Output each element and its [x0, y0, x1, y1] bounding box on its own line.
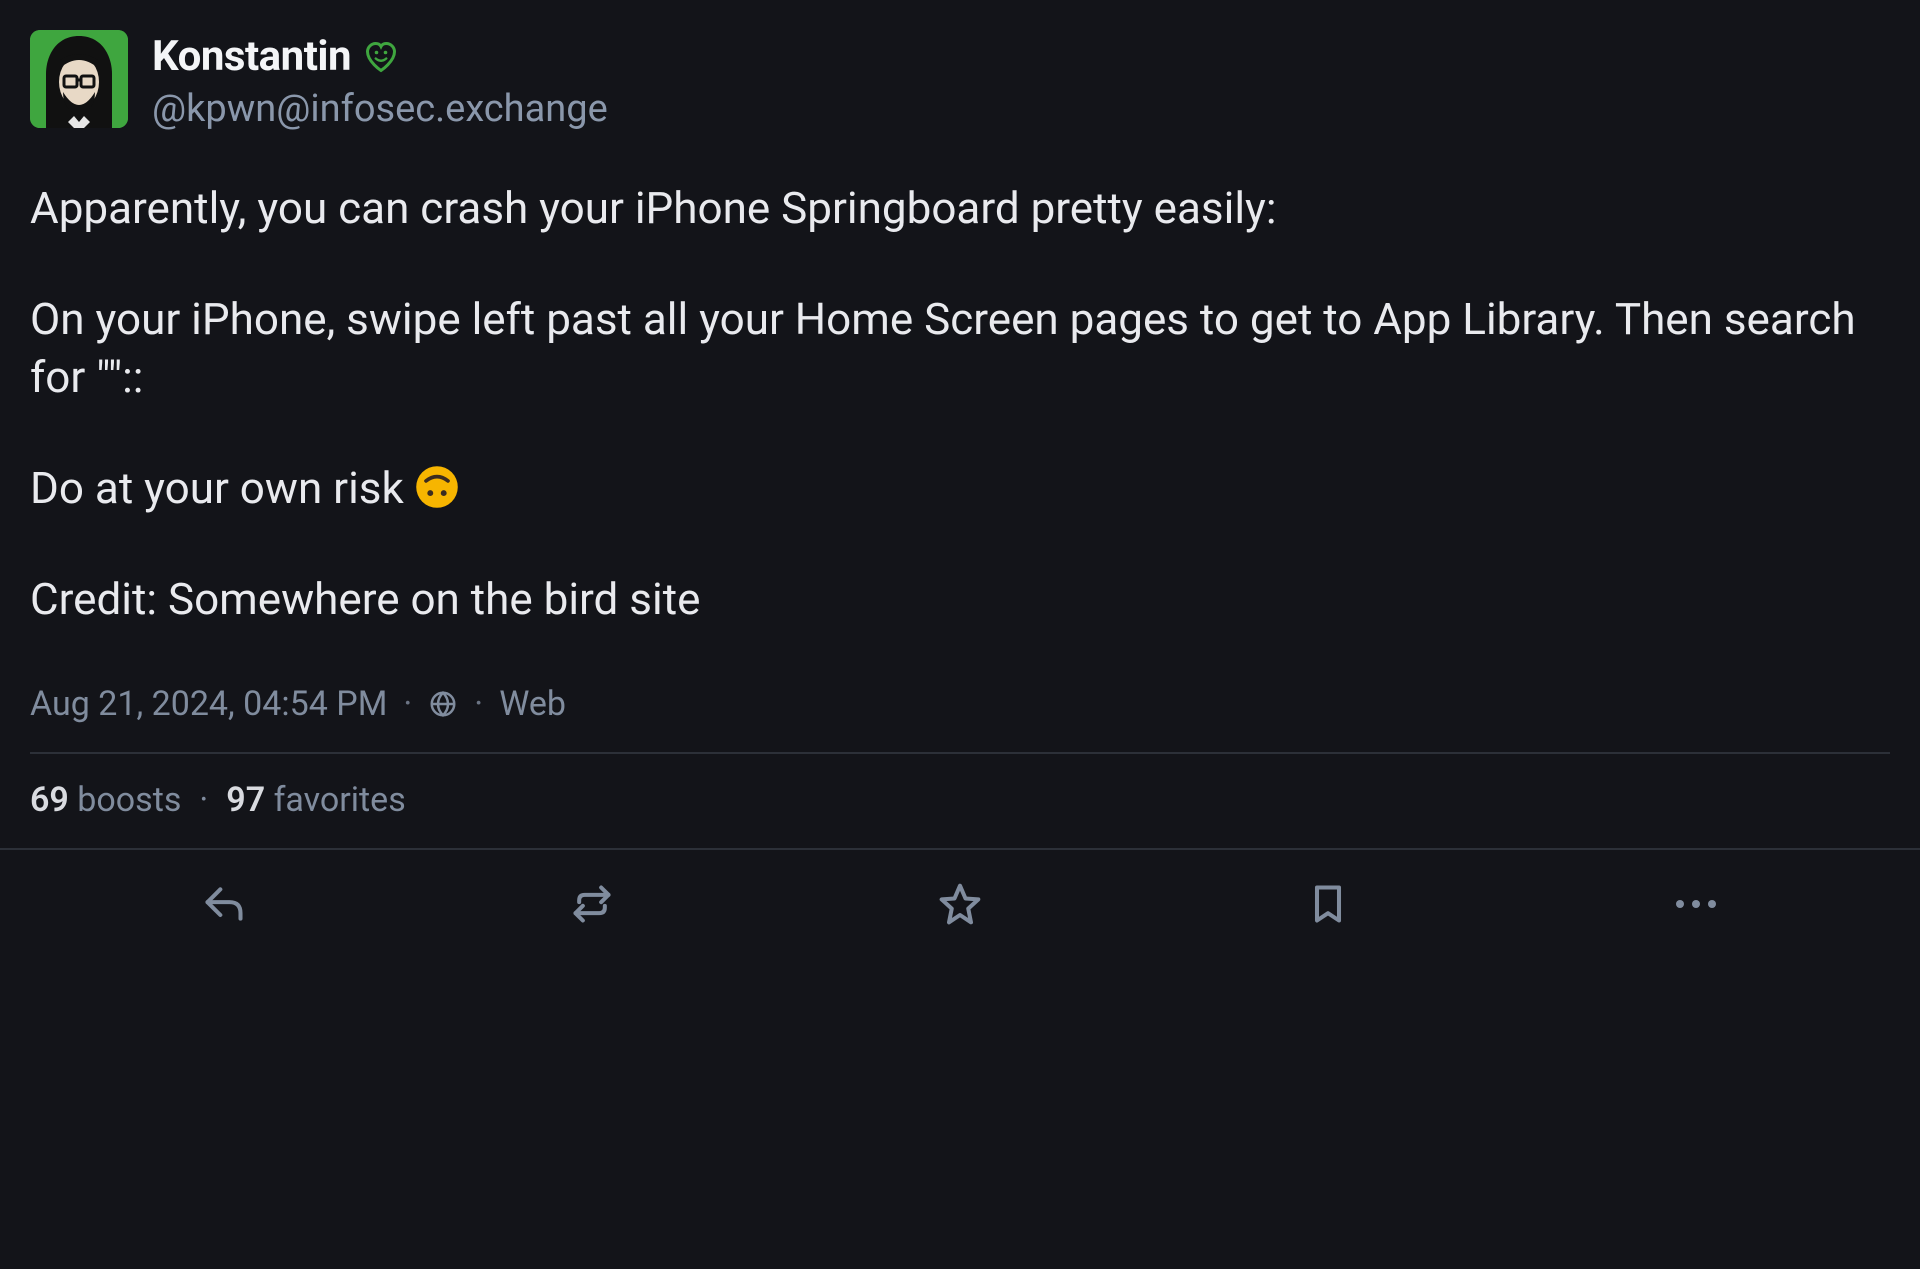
client-label: Web: [499, 684, 566, 724]
separator-dot: ·: [199, 780, 208, 820]
avatar[interactable]: [30, 30, 128, 128]
content-paragraph: Credit: Somewhere on the bird site: [30, 570, 1890, 628]
bookmark-button[interactable]: [1296, 872, 1360, 936]
content-paragraph: Apparently, you can crash your iPhone Sp…: [30, 179, 1890, 237]
favorites-label: favorites: [274, 780, 406, 820]
star-icon: [938, 882, 982, 926]
favorite-button[interactable]: [928, 872, 992, 936]
content-text: Do at your own risk: [30, 462, 415, 514]
more-icon: [1676, 900, 1716, 908]
separator-dot: ·: [474, 684, 483, 724]
avatar-image: [30, 30, 128, 128]
action-bar: [0, 848, 1920, 950]
boosts-count: 69: [30, 780, 69, 820]
boost-icon: [570, 882, 614, 926]
content-paragraph: On your iPhone, swipe left past all your…: [30, 290, 1890, 406]
separator-dot: ·: [403, 684, 412, 724]
favorites-count: 97: [226, 780, 265, 820]
author-block[interactable]: Konstantin @kpwn@infosec.exchange: [152, 30, 608, 131]
boosts-label: boosts: [77, 780, 181, 820]
post-content: Apparently, you can crash your iPhone Sp…: [30, 179, 1890, 628]
post-card: Konstantin @kpwn@infosec.exchange Appare…: [0, 0, 1920, 1269]
post-header: Konstantin @kpwn@infosec.exchange: [30, 30, 1890, 131]
boosts-stat[interactable]: 69 boosts: [30, 780, 181, 820]
more-button[interactable]: [1664, 872, 1728, 936]
favorites-stat[interactable]: 97 favorites: [226, 780, 405, 820]
bookmark-icon: [1306, 882, 1350, 926]
globe-icon: [428, 689, 458, 719]
author-handle: @kpwn@infosec.exchange: [152, 87, 608, 131]
post-meta: Aug 21, 2024, 04:54 PM · · Web: [30, 684, 1890, 754]
content-paragraph: Do at your own risk: [30, 459, 1890, 517]
post-stats: 69 boosts · 97 favorites: [30, 754, 1890, 848]
reply-icon: [202, 882, 246, 926]
reply-button[interactable]: [192, 872, 256, 936]
boost-button[interactable]: [560, 872, 624, 936]
timestamp[interactable]: Aug 21, 2024, 04:54 PM: [30, 684, 387, 724]
upside-down-face-icon: [415, 465, 459, 509]
heart-verified-icon: [363, 39, 399, 75]
display-name: Konstantin: [152, 32, 351, 81]
